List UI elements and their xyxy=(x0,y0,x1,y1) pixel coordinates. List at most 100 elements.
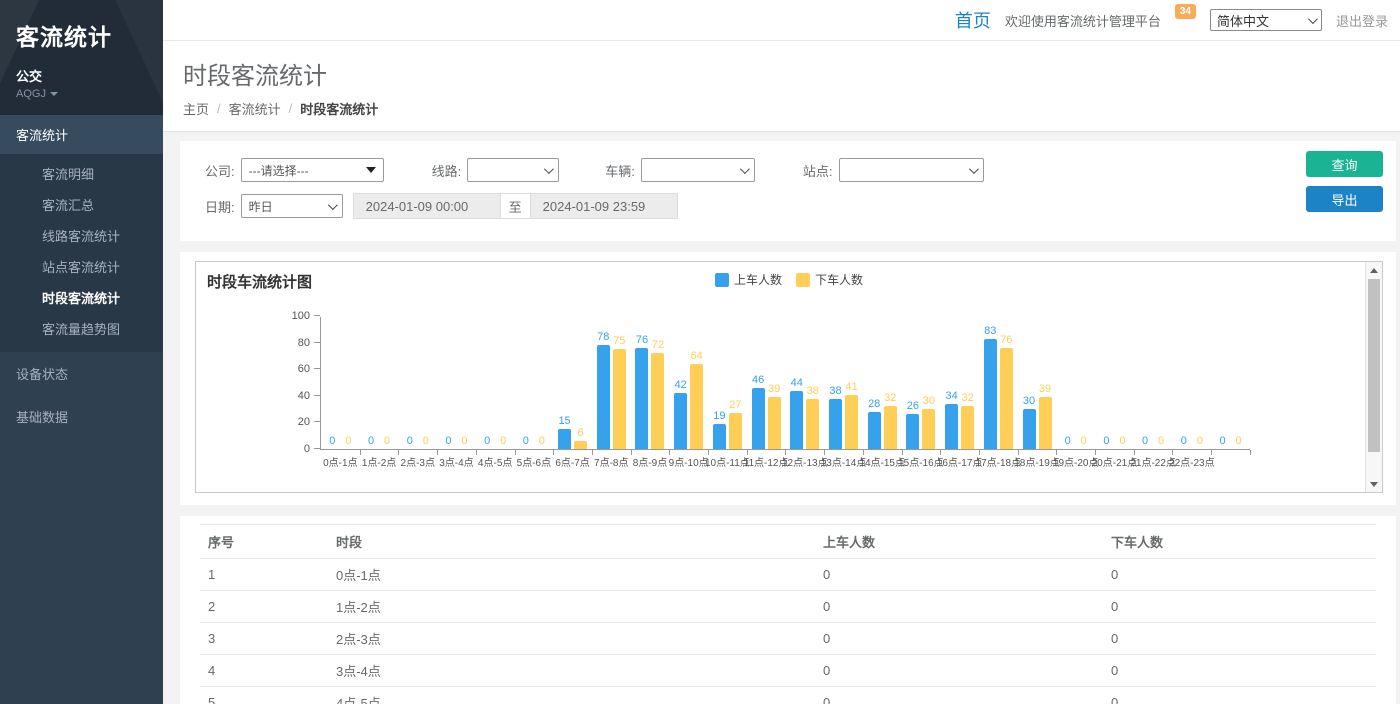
home-link[interactable]: 首页 xyxy=(955,7,991,33)
table-header-上车人数: 上车人数 xyxy=(815,525,1103,559)
sidebar-item-线路客流统计[interactable]: 线路客流统计 xyxy=(0,220,163,251)
bar-value-label: 75 xyxy=(613,335,625,347)
bar-上车人数: 76 xyxy=(635,348,648,449)
table-cell: 0 xyxy=(1103,559,1376,591)
y-axis-label: 60 xyxy=(298,363,310,375)
bar-value-label: 0 xyxy=(500,435,506,447)
scrollbar-thumb[interactable] xyxy=(1368,279,1380,452)
bar-value-label: 39 xyxy=(1039,383,1051,395)
legend-item-上车人数[interactable]: 上车人数 xyxy=(715,271,782,288)
sidebar-nav: 客流统计客流明细客流汇总线路客流统计站点客流统计时段客流统计客流量趋势图设备状态… xyxy=(0,115,163,704)
table-row: 21点-2点00 xyxy=(200,591,1376,623)
filter-row-1: 公司: ---请选择--- 线路: 车辆: 站点: xyxy=(205,157,1246,183)
bar-value-label: 0 xyxy=(1142,435,1148,447)
legend-label: 上车人数 xyxy=(734,271,782,288)
chevron-down-icon xyxy=(544,164,554,174)
bar-value-label: 15 xyxy=(558,415,570,427)
company-select[interactable]: ---请选择--- xyxy=(241,158,384,182)
date-preset-select[interactable]: 昨日 xyxy=(241,194,343,218)
sidebar-section-客流统计[interactable]: 客流统计 xyxy=(0,115,163,154)
bar-value-label: 46 xyxy=(752,374,764,386)
chart-box: 时段车流统计图 上车人数下车人数 020406080100000点-1点001点… xyxy=(195,261,1383,493)
bar-上车人数: 15 xyxy=(558,429,571,449)
bar-下车人数: 72 xyxy=(651,353,664,449)
legend-item-下车人数[interactable]: 下车人数 xyxy=(796,271,863,288)
bar-group: 001点-2点 xyxy=(360,317,399,449)
bar-value-label: 72 xyxy=(652,339,664,351)
station-select[interactable] xyxy=(839,158,984,182)
bar-group: 0019点-20点 xyxy=(1056,317,1095,449)
table-cell: 0点-1点 xyxy=(328,559,815,591)
station-label: 站点: xyxy=(803,161,833,180)
bar-group: 78757点-8点 xyxy=(592,317,631,449)
bar-value-label: 28 xyxy=(868,398,880,410)
breadcrumb-separator: / xyxy=(289,101,293,116)
bar-value-label: 30 xyxy=(1023,395,1035,407)
sidebar-item-时段客流统计[interactable]: 时段客流统计 xyxy=(0,282,163,313)
bar-下车人数: 30 xyxy=(922,409,935,449)
user-menu[interactable]: AQGJ xyxy=(16,88,147,100)
scrollbar-up-button[interactable] xyxy=(1366,262,1382,278)
bar-value-label: 30 xyxy=(923,395,935,407)
bar-group: 263015点-16点 xyxy=(902,317,941,449)
sidebar-item-站点客流统计[interactable]: 站点客流统计 xyxy=(0,251,163,282)
bar-group: 0022点-23点 xyxy=(1172,317,1211,449)
export-button[interactable]: 导出 xyxy=(1306,186,1383,212)
sidebar-item-客流汇总[interactable]: 客流汇总 xyxy=(0,189,163,220)
x-axis-label: 2点-3点 xyxy=(401,454,435,469)
vehicle-select[interactable] xyxy=(641,158,755,182)
page-title: 时段客流统计 xyxy=(183,56,1380,91)
bar-group: 002点-3点 xyxy=(398,317,437,449)
line-select[interactable] xyxy=(467,158,559,182)
sidebar-section-基础数据[interactable]: 基础数据 xyxy=(0,395,163,438)
line-label: 线路: xyxy=(432,161,462,180)
table-row: 32点-3点00 xyxy=(200,623,1376,655)
breadcrumb-home[interactable]: 主页 xyxy=(183,99,209,118)
bar-value-label: 42 xyxy=(675,379,687,391)
language-select[interactable]: 简体中文 xyxy=(1210,9,1322,31)
scrollbar-down-button[interactable] xyxy=(1366,476,1382,492)
date-to-input[interactable]: 2024-01-09 23:59 xyxy=(530,193,678,219)
query-button[interactable]: 查询 xyxy=(1306,151,1383,177)
bar-value-label: 0 xyxy=(1197,435,1203,447)
bar-group: 463911点-12点 xyxy=(747,317,786,449)
chart-scrollbar[interactable] xyxy=(1365,262,1382,492)
x-axis-label: 6点-7点 xyxy=(555,454,589,469)
table-cell: 1点-2点 xyxy=(328,591,815,623)
sidebar-section-设备状态[interactable]: 设备状态 xyxy=(0,352,163,395)
bar-value-label: 64 xyxy=(691,350,703,362)
logout-link[interactable]: 退出登录 xyxy=(1336,11,1388,30)
chart-title: 时段车流统计图 xyxy=(207,271,312,292)
bar-value-label: 0 xyxy=(1181,435,1187,447)
bar-value-label: 27 xyxy=(729,399,741,411)
table-header-时段: 时段 xyxy=(328,525,815,559)
bar-value-label: 0 xyxy=(1065,435,1071,447)
bar-上车人数: 19 xyxy=(713,424,726,449)
x-axis-label: 4点-5点 xyxy=(478,454,512,469)
bar-value-label: 19 xyxy=(713,410,725,422)
bar-group: 443812点-13点 xyxy=(785,317,824,449)
y-axis-label: 80 xyxy=(298,337,310,349)
bar-上车人数: 46 xyxy=(752,388,765,449)
y-axis-tick xyxy=(314,421,320,422)
bar-上车人数: 44 xyxy=(790,391,803,450)
bar-上车人数: 83 xyxy=(984,339,997,449)
notification-badge[interactable]: 34 xyxy=(1175,4,1196,19)
welcome-text: 欢迎使用客流统计管理平台 xyxy=(1005,11,1161,30)
chevron-down-icon xyxy=(1308,14,1318,24)
legend-swatch xyxy=(796,273,810,287)
table-cell: 0 xyxy=(1103,623,1376,655)
date-from-input[interactable]: 2024-01-09 00:00 xyxy=(353,193,501,219)
breadcrumb-section[interactable]: 客流统计 xyxy=(229,99,281,118)
topbar: 首页 欢迎使用客流统计管理平台 34 简体中文 退出登录 xyxy=(163,0,1400,41)
sidebar-item-客流明细[interactable]: 客流明细 xyxy=(0,158,163,189)
sidebar-item-客流量趋势图[interactable]: 客流量趋势图 xyxy=(0,313,163,344)
table-cell: 5 xyxy=(200,687,328,704)
bar-value-label: 0 xyxy=(445,435,451,447)
bar-group: 76728点-9点 xyxy=(631,317,670,449)
chart-panel: 时段车流统计图 上车人数下车人数 020406080100000点-1点001点… xyxy=(180,252,1396,505)
language-value: 简体中文 xyxy=(1217,11,1269,30)
company-select-value: ---请选择--- xyxy=(249,162,309,179)
main-area: 首页 欢迎使用客流统计管理平台 34 简体中文 退出登录 时段客流统计 主页 /… xyxy=(163,0,1400,704)
bar-group: 1566点-7点 xyxy=(553,317,592,449)
